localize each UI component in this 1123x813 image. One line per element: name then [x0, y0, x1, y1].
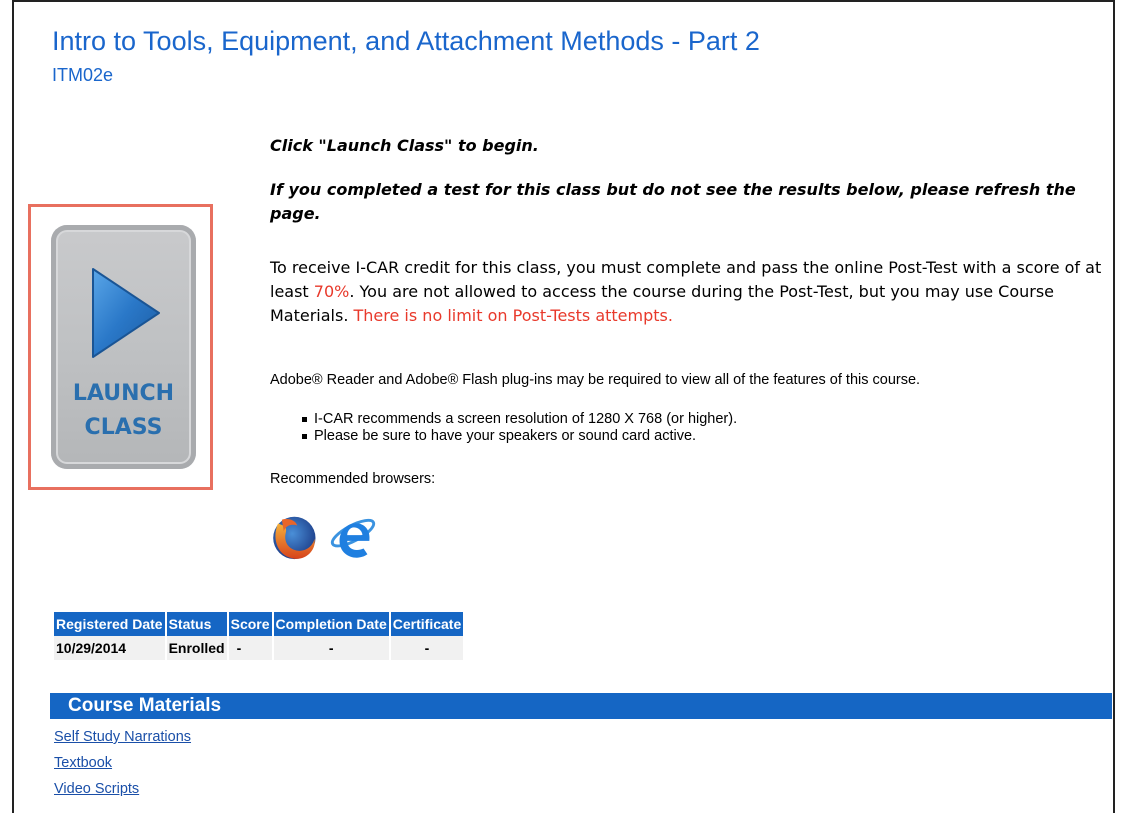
credit-requirements: To receive I-CAR credit for this class, … [270, 256, 1110, 328]
textbook-link[interactable]: Textbook [54, 750, 191, 776]
column-header: Registered Date [54, 612, 167, 636]
course-title: Intro to Tools, Equipment, and Attachmen… [52, 26, 760, 56]
column-header: Certificate [389, 612, 466, 636]
list-item: Please be sure to have your speakers or … [300, 428, 737, 445]
launch-class-label: LAUNCH CLASS [51, 377, 196, 445]
list-item: I-CAR recommends a screen resolution of … [300, 411, 737, 428]
launch-class-button[interactable]: LAUNCH CLASS [51, 225, 196, 469]
internet-explorer-icon [330, 518, 376, 558]
launch-instruction: Click "Launch Class" to begin. [270, 136, 539, 155]
video-scripts-link[interactable]: Video Scripts [54, 776, 191, 802]
table-cell: - [272, 636, 391, 660]
requirements-list: I-CAR recommends a screen resolution of … [300, 411, 737, 445]
course-materials-list: Self Study Narrations Textbook Video Scr… [54, 724, 191, 802]
refresh-instruction: If you completed a test for this class b… [270, 180, 1076, 223]
passing-score: 70% [313, 282, 350, 301]
launch-class-highlight: LAUNCH CLASS [28, 204, 213, 490]
plugins-notice: Adobe® Reader and Adobe® Flash plug-ins … [270, 372, 921, 388]
attempts-notice: There is no limit on Post-Tests attempts… [353, 306, 673, 325]
launch-label-line1: LAUNCH [72, 381, 175, 406]
course-materials-header: Course Materials [50, 693, 1112, 719]
course-code: ITM02e [52, 65, 114, 85]
table-cell: - [389, 636, 466, 660]
table-cell: 10/29/2014 [54, 636, 167, 660]
self-study-narrations-link[interactable]: Self Study Narrations [54, 724, 191, 750]
launch-label-line2: CLASS [84, 415, 163, 440]
table-header-row: Registered Date Status Score Completion … [54, 612, 466, 636]
table-cell: Enrolled [165, 636, 229, 660]
column-header: Completion Date [272, 612, 391, 636]
recommended-browsers-label: Recommended browsers: [270, 471, 436, 487]
column-header: Status [165, 612, 229, 636]
registration-status-table: Registered Date Status Score Completion … [54, 612, 466, 660]
table-row: 10/29/2014 Enrolled - - - [54, 636, 466, 660]
browser-icons [273, 516, 376, 560]
table-cell: - [227, 636, 274, 660]
firefox-icon [273, 516, 316, 560]
column-header: Score [227, 612, 274, 636]
play-icon [92, 268, 160, 358]
